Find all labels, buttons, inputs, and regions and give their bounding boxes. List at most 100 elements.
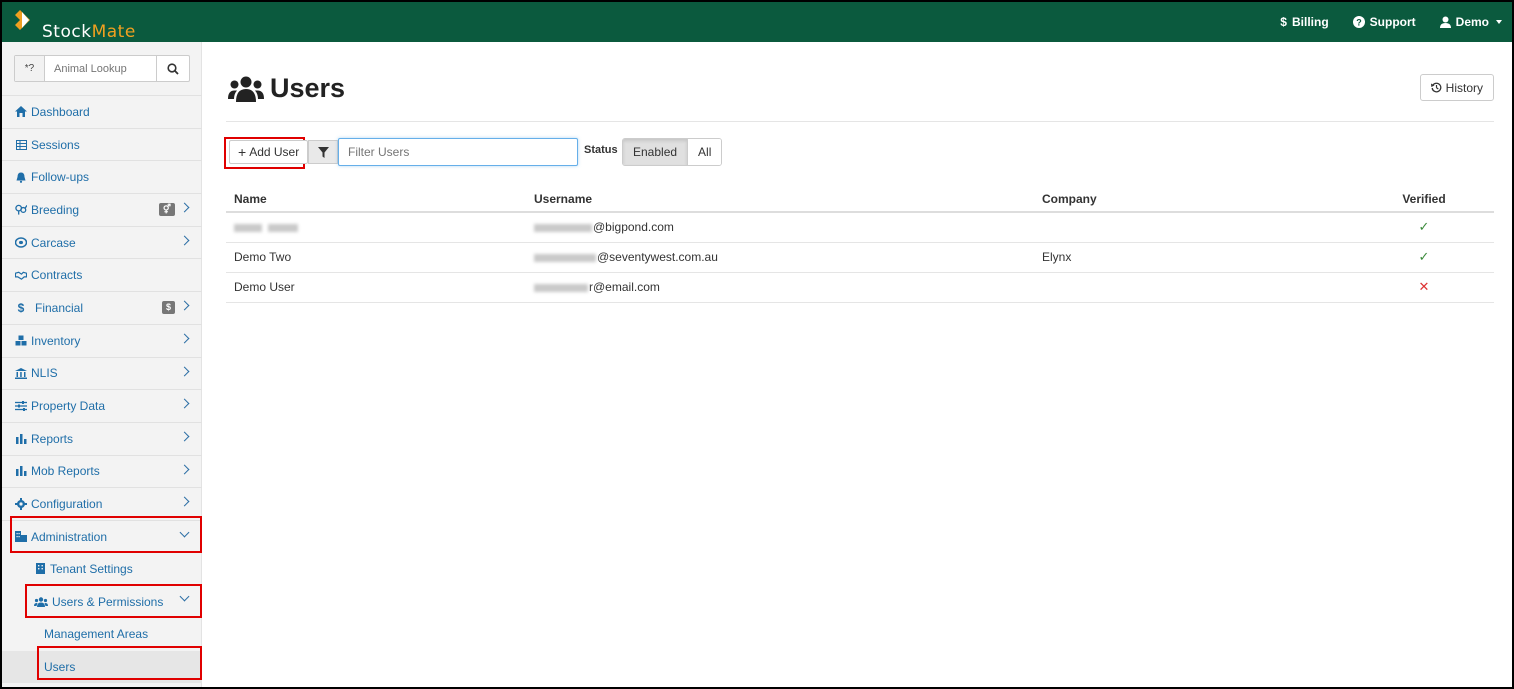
user-icon: [1439, 16, 1451, 28]
sidebar-item-property-data[interactable]: Property Data: [2, 389, 202, 422]
chevron-right-icon: [179, 202, 190, 213]
search-icon: [167, 62, 179, 75]
sidebar-item-management-areas[interactable]: Management Areas: [2, 618, 202, 651]
table-header-row: Name Username Company Verified: [226, 186, 1494, 213]
sidebar-item-administration[interactable]: Administration: [2, 519, 202, 553]
status-enabled-button[interactable]: Enabled: [623, 139, 689, 165]
pie-icon: [15, 237, 27, 249]
users-toolbar: + Add User Status Enabled All: [226, 138, 1494, 166]
cell-name: [226, 212, 526, 243]
sidebar-item-label: Sessions: [31, 137, 80, 152]
bar-chart-icon: [15, 465, 27, 477]
cell-verified: ✕: [1354, 272, 1494, 303]
sidebar-item-label: Financial: [35, 300, 84, 315]
svg-text:?: ?: [1356, 18, 1362, 28]
redacted-text: [534, 253, 596, 262]
dollar-icon: $: [17, 300, 25, 315]
top-nav-links: $ Billing ? Support Demo: [1280, 2, 1502, 42]
cubes-icon: [15, 335, 27, 347]
chevron-down-icon: [179, 591, 190, 602]
status-all-button[interactable]: All: [688, 139, 722, 165]
sidebar-item-tenant-settings[interactable]: Tenant Settings: [2, 553, 202, 586]
history-button[interactable]: History: [1419, 74, 1494, 101]
redacted-text: [234, 224, 262, 233]
brand-name: StockMate: [42, 22, 136, 42]
sidebar-item-inventory[interactable]: Inventory: [2, 323, 202, 357]
chevron-right-icon: [179, 300, 190, 311]
cell-name: Demo User: [226, 272, 526, 303]
sidebar-item-sessions[interactable]: Sessions: [2, 127, 202, 161]
sidebar-item-carcase[interactable]: Carcase: [2, 225, 202, 259]
animal-lookup: *?: [14, 55, 190, 82]
sidebar-item-follow-ups[interactable]: Follow-ups: [2, 160, 202, 193]
sidebar-item-label: NLIS: [31, 366, 58, 381]
sidebar-item-dashboard[interactable]: Dashboard: [2, 95, 202, 128]
sidebar-item-users-permissions[interactable]: Users & Permissions: [2, 585, 202, 618]
caret-down-icon: [1496, 20, 1502, 24]
chevron-right-icon: [179, 235, 190, 246]
sidebar-item-nlis[interactable]: NLIS: [2, 356, 202, 390]
sidebar-item-breeding[interactable]: Breeding ⚥: [2, 193, 202, 226]
sidebar-item-label: Follow-ups: [31, 170, 90, 185]
sliders-icon: [15, 400, 27, 412]
col-verified[interactable]: Verified: [1354, 186, 1494, 213]
lookup-search-button[interactable]: [156, 56, 189, 81]
handshake-icon: [15, 269, 27, 281]
users-icon: [34, 596, 48, 608]
top-navbar: StockMate $ Billing ? Support Demo: [2, 2, 1512, 42]
table-icon: [15, 139, 27, 151]
plus-icon: +: [238, 144, 247, 160]
history-icon: [1430, 82, 1442, 93]
sidebar-item-users[interactable]: Users: [2, 650, 202, 684]
table-row[interactable]: Demo Two @seventywest.com.au Elynx ✓: [226, 242, 1494, 273]
sidebar-item-label: Reports: [31, 431, 74, 446]
sidebar-nav: Dashboard Sessions Follow-ups Breeding ⚥…: [2, 95, 202, 684]
user-menu[interactable]: Demo: [1439, 15, 1502, 29]
filter-users-input[interactable]: [338, 138, 578, 166]
page-title-text: Users: [270, 73, 346, 103]
animal-lookup-input[interactable]: [45, 56, 156, 81]
col-username[interactable]: Username: [526, 186, 1034, 213]
building-icon: [34, 563, 46, 575]
sidebar-item-label: Administration: [31, 529, 108, 544]
sidebar-item-label: Inventory: [31, 333, 81, 348]
breeding-badge: ⚥: [158, 203, 175, 217]
sidebar-item-contracts[interactable]: Contracts: [2, 258, 202, 291]
check-icon: ✓: [1418, 219, 1430, 235]
sidebar-item-label: Property Data: [31, 399, 106, 414]
support-link[interactable]: ? Support: [1352, 15, 1416, 29]
redacted-text: [534, 283, 588, 292]
username-text: r@email.com: [589, 280, 660, 294]
cell-company: [1034, 272, 1354, 303]
sidebar-item-financial[interactable]: $ Financial $: [2, 291, 202, 324]
cell-company: [1034, 212, 1354, 243]
sidebar-item-configuration[interactable]: Configuration: [2, 487, 202, 520]
page-title: Users: [228, 73, 345, 104]
add-user-button[interactable]: + Add User: [229, 140, 309, 164]
cell-verified: ✓: [1354, 242, 1494, 273]
venus-mars-icon: [15, 204, 27, 216]
building-icon: [15, 531, 27, 543]
table-row[interactable]: Demo User r@email.com ✕: [226, 272, 1494, 303]
cell-username: @seventywest.com.au: [526, 242, 1034, 273]
chevron-right-icon: [179, 496, 190, 507]
username-text: @seventywest.com.au: [597, 250, 718, 264]
support-label: Support: [1369, 15, 1416, 29]
sidebar-item-label: Configuration: [31, 497, 103, 512]
billing-link[interactable]: $ Billing: [1280, 15, 1328, 29]
chevron-right-icon: [179, 431, 190, 442]
col-company[interactable]: Company: [1034, 186, 1354, 213]
sidebar-item-reports[interactable]: Reports: [2, 421, 202, 455]
users-icon: [228, 76, 264, 102]
sidebar-item-mob-reports[interactable]: Mob Reports: [2, 454, 202, 488]
table-row[interactable]: @bigpond.com ✓: [226, 212, 1494, 243]
wildcard-toggle[interactable]: *?: [15, 56, 45, 81]
app-window: StockMate $ Billing ? Support Demo *? An…: [0, 0, 1514, 689]
sidebar-item-label: Mob Reports: [31, 464, 100, 479]
logo-icon: [15, 10, 30, 30]
status-toggle: Enabled All: [622, 138, 723, 166]
col-name[interactable]: Name: [226, 186, 526, 213]
filter-button[interactable]: [308, 140, 338, 164]
chevron-down-icon: [179, 527, 190, 538]
home-icon: [15, 106, 27, 118]
